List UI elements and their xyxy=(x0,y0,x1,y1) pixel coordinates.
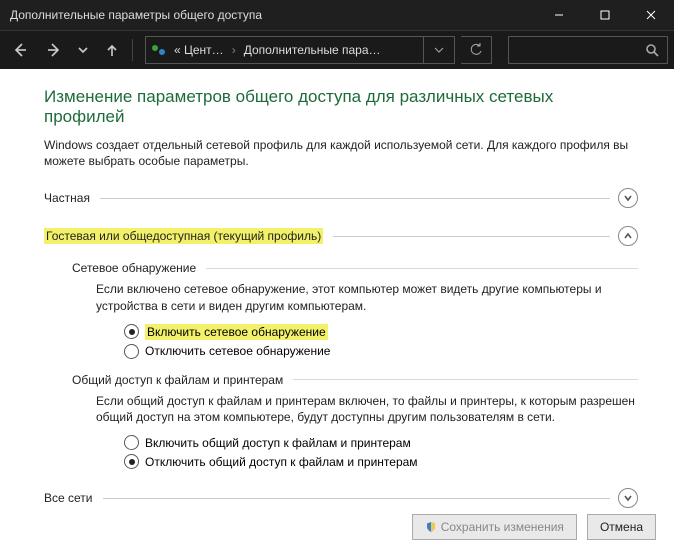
radio-sharing-on[interactable]: Включить общий доступ к файлам и принтер… xyxy=(124,435,638,450)
search-icon xyxy=(645,43,659,57)
nav-separator xyxy=(132,39,133,61)
collapse-guest[interactable] xyxy=(618,226,638,246)
title-bar: Дополнительные параметры общего доступа xyxy=(0,0,674,30)
radio-discovery-on[interactable]: Включить сетевое обнаружение xyxy=(124,324,638,340)
section-private-label: Частная xyxy=(44,191,90,205)
breadcrumb-part-2[interactable]: Дополнительные пара… xyxy=(242,43,383,57)
divider xyxy=(333,236,610,237)
chevron-down-icon xyxy=(623,493,633,503)
save-button-label: Сохранить изменения xyxy=(441,520,564,534)
up-button[interactable] xyxy=(98,36,126,64)
chevron-up-icon xyxy=(623,231,633,241)
refresh-button[interactable] xyxy=(461,36,492,64)
arrow-right-icon xyxy=(45,41,63,59)
divider xyxy=(103,498,611,499)
radio-sharing-on-label: Включить общий доступ к файлам и принтер… xyxy=(145,436,411,450)
page-description: Windows создает отдельный сетевой профил… xyxy=(44,137,638,169)
radio-discovery-off-label: Отключить сетевое обнаружение xyxy=(145,344,330,358)
radio-discovery-on-label: Включить сетевое обнаружение xyxy=(145,324,328,340)
section-private[interactable]: Частная xyxy=(44,185,638,211)
page-heading: Изменение параметров общего доступа для … xyxy=(44,87,638,127)
radio-sharing-off[interactable]: Отключить общий доступ к файлам и принте… xyxy=(124,454,638,469)
subheading-discovery: Сетевое обнаружение xyxy=(72,261,638,275)
radio-icon xyxy=(124,454,139,469)
radio-icon xyxy=(124,324,139,339)
window-controls xyxy=(536,0,674,30)
section-all-networks[interactable]: Все сети xyxy=(44,485,638,511)
refresh-icon xyxy=(469,43,483,57)
chevron-down-icon xyxy=(623,193,633,203)
arrow-left-icon xyxy=(11,41,29,59)
arrow-up-icon xyxy=(104,42,120,58)
cancel-button-label: Отмена xyxy=(600,520,643,534)
subheading-discovery-label: Сетевое обнаружение xyxy=(72,261,196,275)
divider xyxy=(293,379,638,380)
back-button[interactable] xyxy=(6,36,34,64)
close-icon xyxy=(646,10,656,20)
search-box[interactable] xyxy=(508,36,668,64)
sharing-text: Если общий доступ к файлам и принтерам в… xyxy=(96,393,638,425)
discovery-text: Если включено сетевое обнаружение, этот … xyxy=(96,281,638,313)
chevron-down-icon xyxy=(78,45,88,55)
chevron-right-icon: › xyxy=(226,43,242,57)
close-button[interactable] xyxy=(628,0,674,30)
content-area: Изменение параметров общего доступа для … xyxy=(0,69,674,549)
radio-icon xyxy=(124,435,139,450)
chevron-down-icon xyxy=(434,45,444,55)
radio-sharing-off-label: Отключить общий доступ к файлам и принте… xyxy=(145,455,418,469)
discovery-radio-group: Включить сетевое обнаружение Отключить с… xyxy=(124,324,638,359)
footer-buttons: Сохранить изменения Отмена xyxy=(412,514,656,540)
expand-private[interactable] xyxy=(618,188,638,208)
breadcrumb-dropdown[interactable] xyxy=(423,37,454,63)
maximize-icon xyxy=(600,10,610,20)
divider xyxy=(206,268,638,269)
recent-button[interactable] xyxy=(74,36,92,64)
radio-discovery-off[interactable]: Отключить сетевое обнаружение xyxy=(124,344,638,359)
radio-icon xyxy=(124,344,139,359)
window-title: Дополнительные параметры общего доступа xyxy=(10,8,262,22)
minimize-icon xyxy=(554,10,564,20)
cancel-button[interactable]: Отмена xyxy=(587,514,656,540)
save-button[interactable]: Сохранить изменения xyxy=(412,514,577,540)
navigation-bar: « Цент… › Дополнительные пара… xyxy=(0,30,674,69)
forward-button[interactable] xyxy=(40,36,68,64)
control-panel-icon xyxy=(150,41,168,59)
breadcrumb-bar[interactable]: « Цент… › Дополнительные пара… xyxy=(145,36,455,64)
sharing-radio-group: Включить общий доступ к файлам и принтер… xyxy=(124,435,638,469)
maximize-button[interactable] xyxy=(582,0,628,30)
section-guest-label: Гостевая или общедоступная (текущий проф… xyxy=(44,228,323,244)
expand-all-networks[interactable] xyxy=(618,488,638,508)
breadcrumb-part-1[interactable]: « Цент… xyxy=(172,43,226,57)
section-all-networks-label: Все сети xyxy=(44,491,93,505)
minimize-button[interactable] xyxy=(536,0,582,30)
shield-icon xyxy=(425,521,437,533)
subheading-sharing: Общий доступ к файлам и принтерам xyxy=(72,373,638,387)
divider xyxy=(100,198,610,199)
subheading-sharing-label: Общий доступ к файлам и принтерам xyxy=(72,373,283,387)
section-guest[interactable]: Гостевая или общедоступная (текущий проф… xyxy=(44,223,638,249)
